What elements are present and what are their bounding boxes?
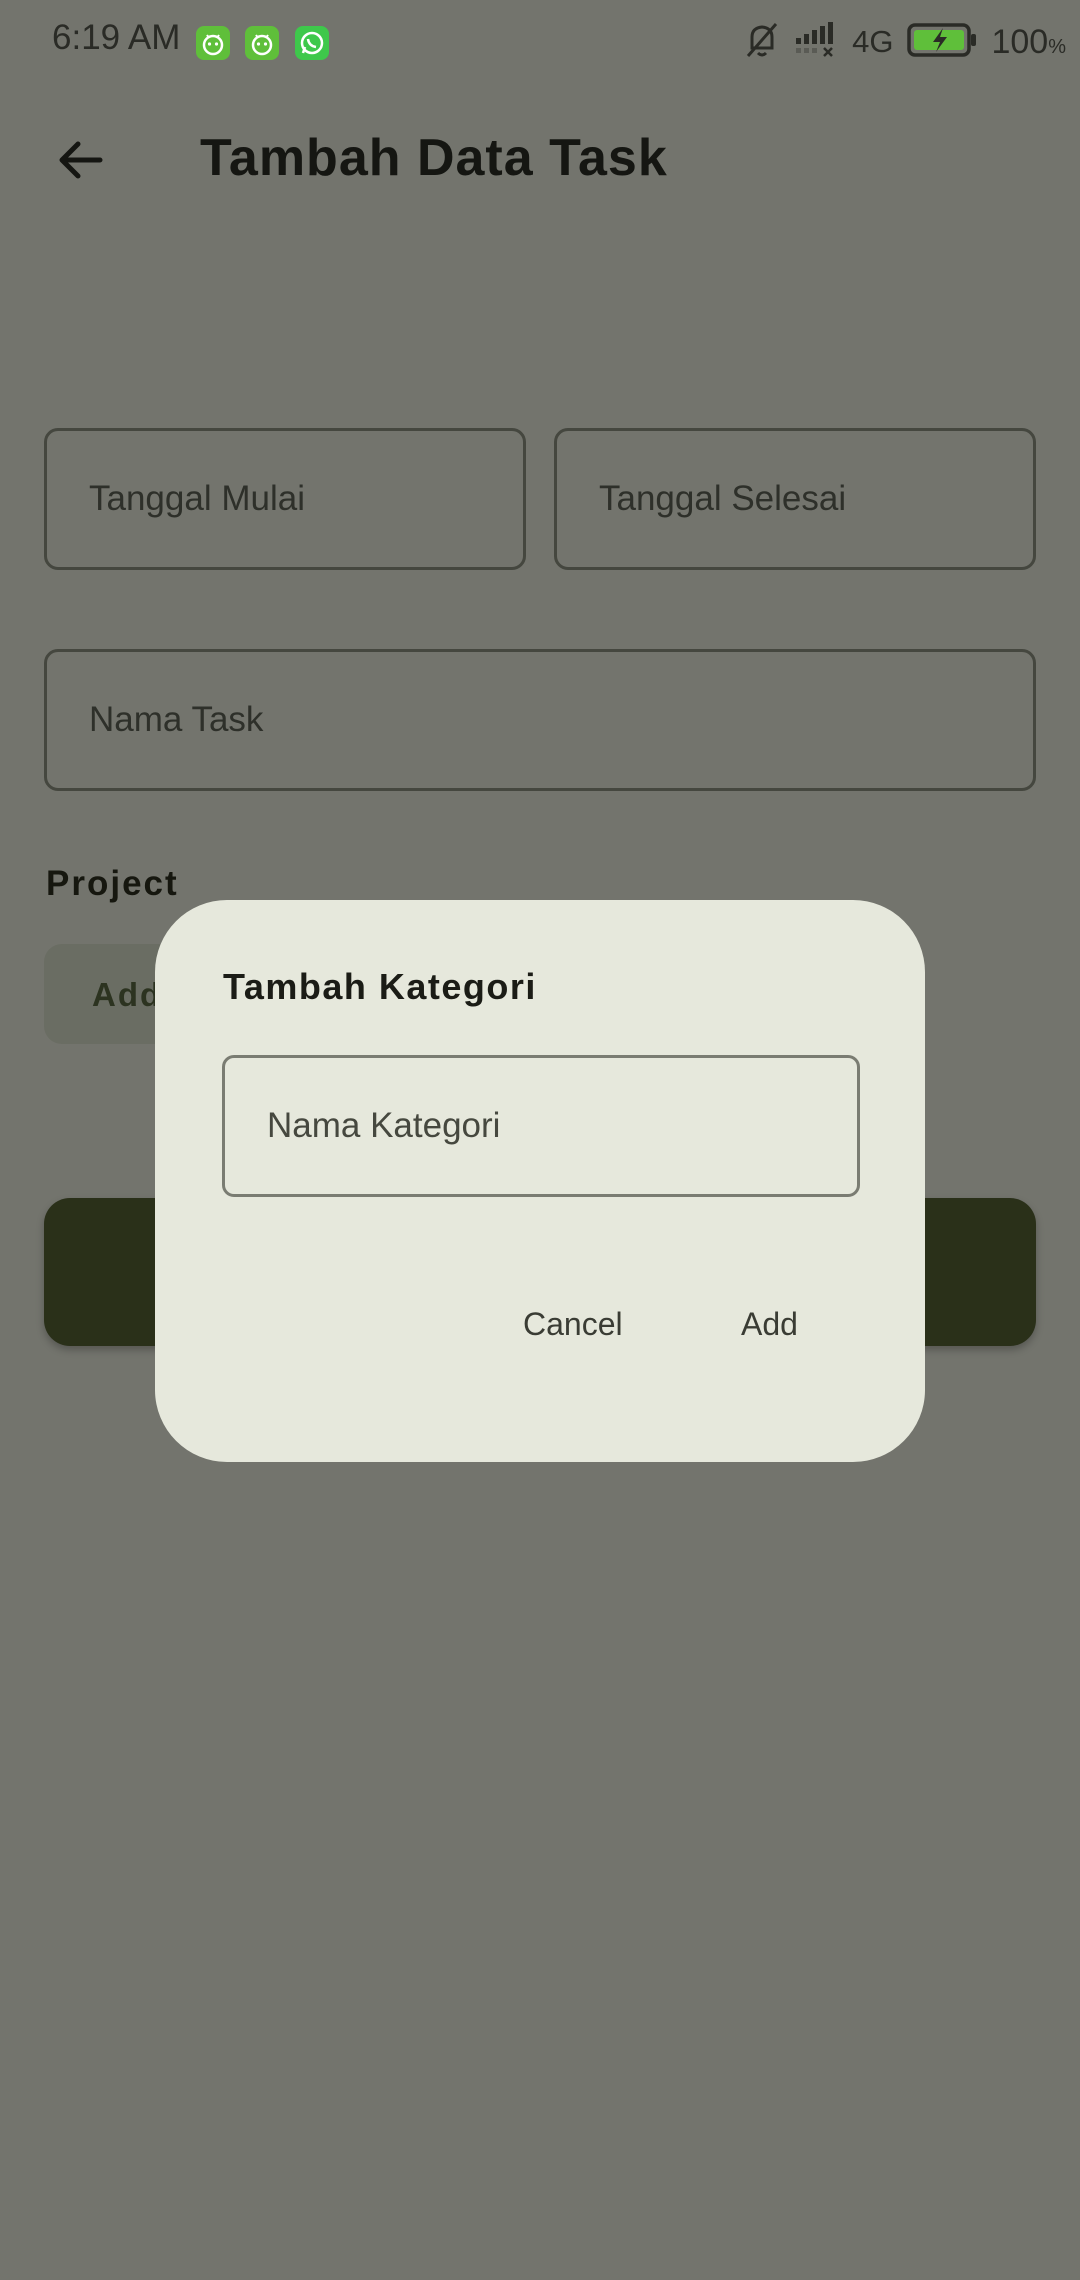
network-type: 4G: [852, 24, 894, 59]
battery-percent: 100%: [991, 22, 1066, 61]
end-date-placeholder: Tanggal Selesai: [599, 479, 847, 518]
status-bar: 6:19 AM 4G 100%: [0, 0, 1080, 84]
signal-icon: [794, 21, 838, 63]
status-time: 6:19 AM: [52, 18, 181, 57]
bell-muted-icon: [744, 20, 780, 65]
dialog-title: Tambah Kategori: [223, 966, 537, 1007]
whatsapp-icon: [295, 26, 329, 60]
task-name-field[interactable]: Nama Task: [44, 649, 1036, 791]
battery-unit: %: [1048, 35, 1066, 58]
android-app-icon: [196, 26, 230, 60]
battery-icon: [907, 22, 977, 63]
add-chip-label: Add: [92, 976, 163, 1013]
status-indicators: 4G 100%: [744, 20, 1066, 64]
add-category-dialog: Tambah Kategori Cancel Add: [155, 900, 925, 1462]
project-label: Project: [46, 864, 179, 903]
add-button[interactable]: Add: [725, 1298, 814, 1351]
android-app-icon: [245, 26, 279, 60]
task-name-placeholder: Nama Task: [89, 700, 264, 739]
start-date-field[interactable]: Tanggal Mulai: [44, 428, 526, 570]
back-button[interactable]: [44, 126, 116, 198]
end-date-field[interactable]: Tanggal Selesai: [554, 428, 1036, 570]
arrow-back-icon: [54, 134, 106, 191]
cancel-button[interactable]: Cancel: [507, 1298, 639, 1351]
page-title: Tambah Data Task: [200, 129, 668, 187]
start-date-placeholder: Tanggal Mulai: [89, 479, 305, 518]
category-name-input[interactable]: [222, 1055, 860, 1197]
